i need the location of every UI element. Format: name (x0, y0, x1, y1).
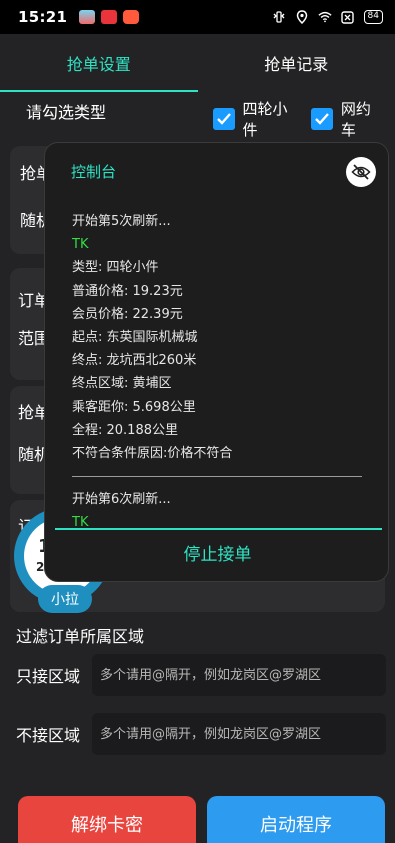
battery-indicator: 84 (363, 10, 383, 24)
log-line: 开始第5次刷新... (72, 214, 171, 229)
log-divider (72, 476, 362, 478)
include-area-label: 只接区域 (16, 667, 81, 686)
log-line: 普通价格: 19.23元 (72, 283, 183, 299)
console-title: 控制台 (71, 163, 117, 181)
ride-hailing-label: 网约车 (340, 100, 371, 139)
app-notification-icon (79, 10, 96, 24)
wifi-icon (317, 10, 332, 24)
check-icon (315, 113, 330, 125)
red-book-app-icon (123, 10, 140, 24)
log-line: 终点区域: 黄埔区 (72, 376, 172, 392)
tab-grab-records[interactable]: 抢单记录 (198, 34, 395, 92)
log-line: 全程: 20.188公里 (72, 422, 178, 438)
tab-bar: 抢单设置 抢单记录 (0, 34, 395, 92)
console-panel: 控制台 开始第5次刷新... TK 类型: 四轮小件 普通价格: 19.23元 … (44, 142, 389, 582)
log-line: 类型: 四轮小件 (72, 260, 159, 276)
log-line: TK (72, 515, 89, 531)
ride-hailing-checkbox[interactable] (311, 108, 333, 130)
xiaola-badge[interactable]: 小拉 (38, 585, 92, 613)
vibrate-icon (272, 10, 286, 24)
exclude-area-label: 不接区域 (16, 726, 81, 745)
log-line: TK (72, 237, 89, 253)
video-app-icon (101, 10, 118, 24)
exclude-area-row: 不接区域 (16, 713, 386, 755)
type-select-label: 请勾选类型 (26, 103, 107, 122)
location-icon (295, 10, 309, 24)
four-wheel-label: 四轮小件 (242, 100, 288, 139)
log-divider-row (72, 465, 372, 488)
type-select-row: 请勾选类型 四轮小件 网约车 (0, 92, 395, 139)
status-bar: 15:21 84 (0, 0, 395, 34)
exclude-area-input[interactable] (92, 713, 386, 755)
log-line: 开始第6次刷新... (72, 492, 171, 508)
four-wheel-checkbox[interactable] (213, 108, 235, 130)
include-area-row: 只接区域 (16, 654, 386, 696)
sim-icon (341, 10, 355, 24)
console-log: 开始第5次刷新... TK 类型: 四轮小件 普通价格: 19.23元 会员价格… (72, 210, 372, 535)
filter-title: 过滤订单所属区域 (16, 627, 145, 646)
console-separator (55, 528, 382, 530)
log-line: 终点: 龙坑西北260米 (72, 353, 197, 369)
log-line: 不符合条件原因:价格不符合 (72, 445, 233, 461)
include-area-input[interactable] (92, 654, 386, 696)
log-line: 会员价格: 22.39元 (72, 306, 183, 322)
stop-accepting-button[interactable]: 停止接单 (45, 537, 388, 567)
tab-grab-settings[interactable]: 抢单设置 (0, 34, 198, 92)
log-line: 起点: 东英国际机械城 (72, 329, 198, 345)
eye-off-icon (351, 164, 371, 180)
status-time: 15:21 (18, 8, 68, 26)
check-icon (216, 113, 231, 125)
unbind-key-button[interactable]: 解绑卡密 (18, 796, 196, 843)
hide-console-button[interactable] (346, 157, 376, 187)
start-program-button[interactable]: 启动程序 (207, 796, 385, 843)
log-line: 乘客距你: 5.698公里 (72, 399, 196, 415)
